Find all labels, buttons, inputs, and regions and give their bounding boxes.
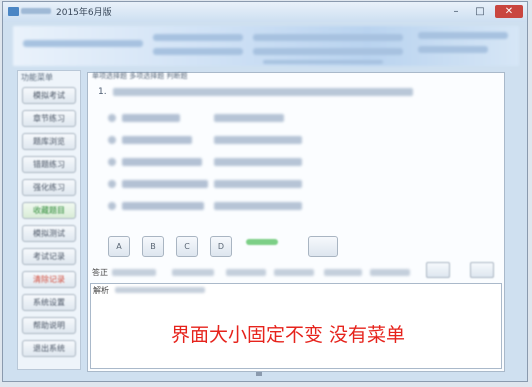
title-bar[interactable]: 2015年6月版 – □ ✕ bbox=[3, 2, 527, 22]
nav-panel-title: 功能菜单 bbox=[21, 73, 53, 82]
close-button[interactable]: ✕ bbox=[495, 5, 523, 18]
explanation-label: 解析 bbox=[93, 286, 109, 295]
nav-button[interactable]: 收藏题目 bbox=[22, 202, 76, 219]
header-banner bbox=[13, 26, 519, 66]
answer-button-d[interactable]: D bbox=[210, 236, 232, 257]
nav-button[interactable]: 考试记录 bbox=[22, 248, 76, 265]
window-title: 2015年6月版 bbox=[56, 8, 112, 18]
annotation-text: 界面大小固定不变 没有菜单 bbox=[171, 324, 406, 346]
app-window: 2015年6月版 – □ ✕ 功能菜单 模拟考试 章节练习 题库浏览 错题练习 … bbox=[2, 1, 528, 382]
nav-button[interactable]: 退出系统 bbox=[22, 340, 76, 357]
option-row[interactable] bbox=[108, 158, 308, 170]
nav-button[interactable]: 错题练习 bbox=[22, 156, 76, 173]
nav-button[interactable]: 帮助说明 bbox=[22, 317, 76, 334]
answer-label: 答正 bbox=[92, 268, 108, 277]
nav-panel: 功能菜单 模拟考试 章节练习 题库浏览 错题练习 强化练习 收藏题目 模拟测试 … bbox=[17, 70, 81, 370]
maximize-button[interactable]: □ bbox=[469, 5, 491, 18]
question-number: 1. bbox=[98, 87, 107, 97]
nav-button[interactable]: 题库浏览 bbox=[22, 133, 76, 150]
question-text: 1. bbox=[98, 87, 413, 97]
next-button[interactable] bbox=[470, 262, 494, 278]
prev-button[interactable] bbox=[426, 262, 450, 278]
option-row[interactable] bbox=[108, 136, 302, 148]
nav-button[interactable]: 清除记录 bbox=[22, 271, 76, 288]
minimize-button[interactable]: – bbox=[445, 5, 467, 18]
resize-grip[interactable] bbox=[256, 372, 262, 376]
question-panel: 单项选择题 多项选择题 判断题 1. A B C D 答正 解析 界面大小固定不… bbox=[87, 72, 505, 372]
answer-button-b[interactable]: B bbox=[142, 236, 164, 257]
answer-button-c[interactable]: C bbox=[176, 236, 198, 257]
status-tag bbox=[246, 239, 278, 245]
option-row[interactable] bbox=[108, 180, 308, 192]
explanation-area[interactable]: 解析 界面大小固定不变 没有菜单 bbox=[90, 283, 502, 369]
question-type-tabs[interactable]: 单项选择题 多项选择题 判断题 bbox=[92, 71, 187, 81]
nav-button[interactable]: 模拟测试 bbox=[22, 225, 76, 242]
option-row[interactable] bbox=[108, 202, 308, 214]
answer-button-a[interactable]: A bbox=[108, 236, 130, 257]
nav-button[interactable]: 模拟考试 bbox=[22, 87, 76, 104]
nav-button[interactable]: 章节练习 bbox=[22, 110, 76, 127]
confirm-button[interactable] bbox=[308, 236, 338, 257]
app-icon bbox=[8, 7, 19, 16]
option-row[interactable] bbox=[108, 114, 298, 126]
nav-button[interactable]: 系统设置 bbox=[22, 294, 76, 311]
nav-button[interactable]: 强化练习 bbox=[22, 179, 76, 196]
app-name bbox=[21, 8, 51, 14]
